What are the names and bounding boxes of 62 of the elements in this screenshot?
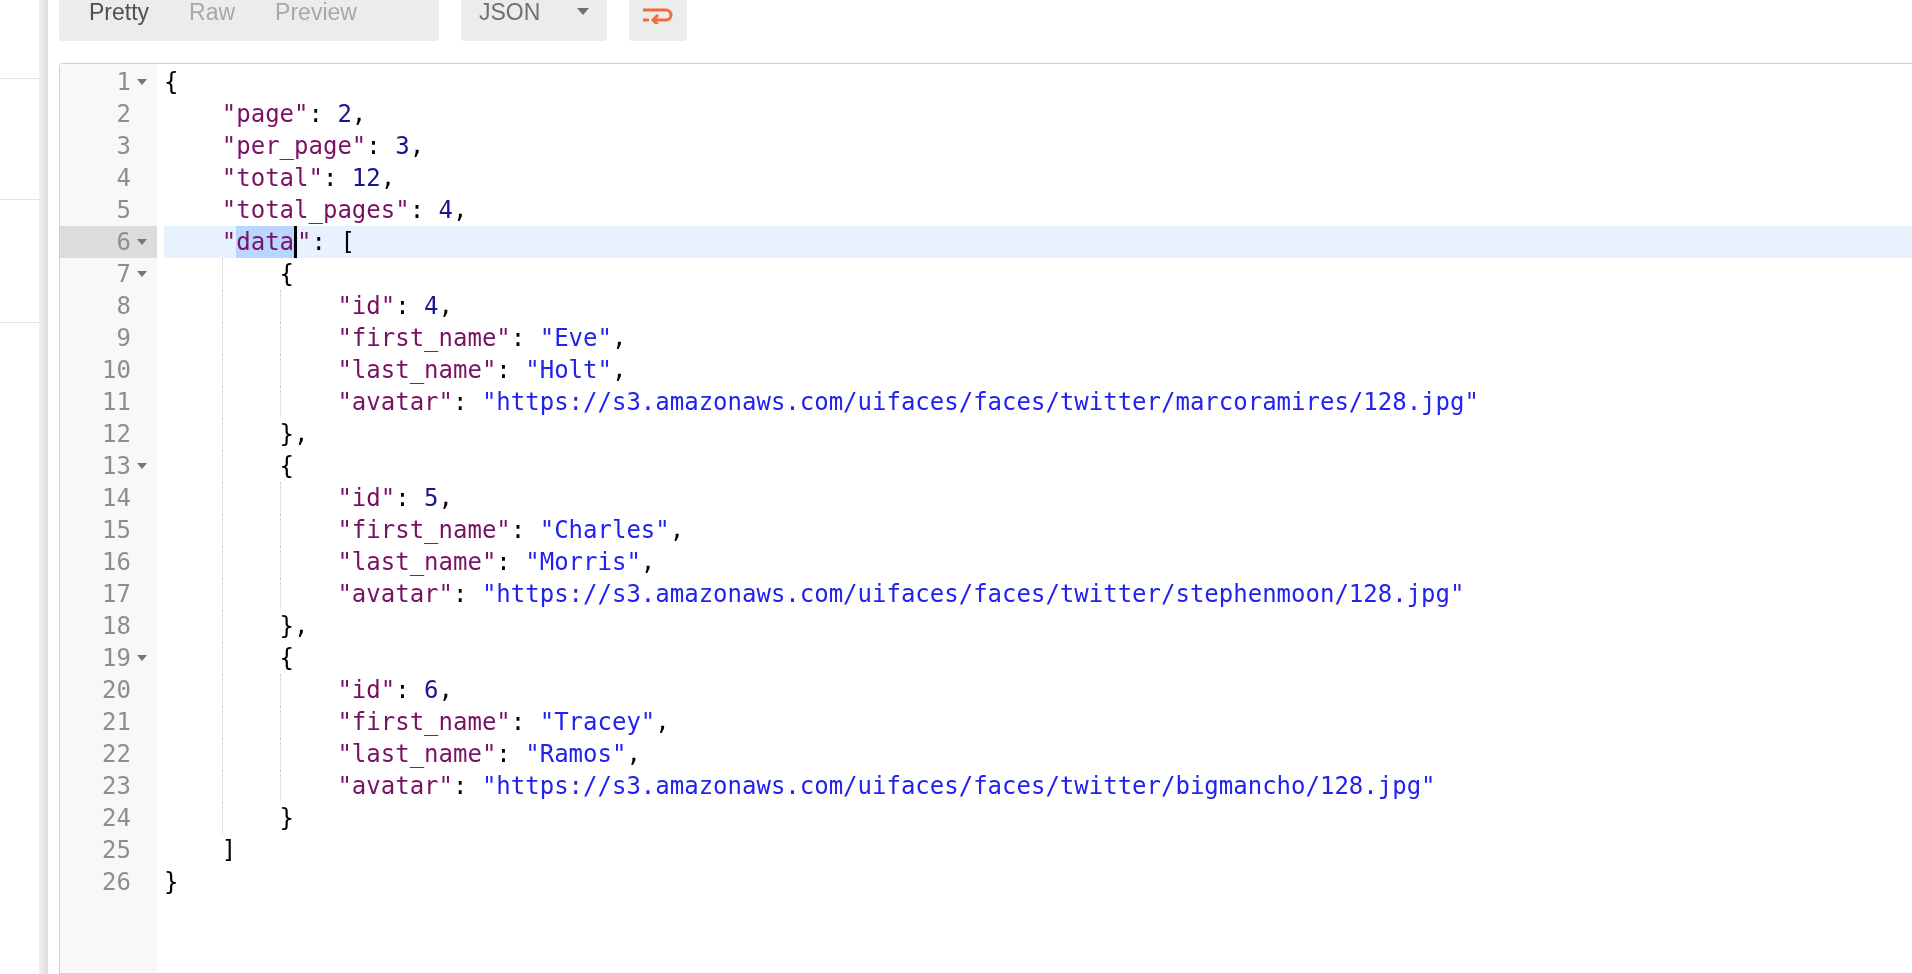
line-number: 13 (102, 451, 131, 482)
line-number: 6 (116, 227, 131, 258)
caret-icon (137, 239, 147, 245)
line-number: 7 (116, 259, 131, 290)
line-number: 9 (116, 323, 131, 354)
line-number: 14 (102, 483, 131, 514)
code-line: "per_page": 3, (221, 131, 425, 162)
caret-icon (137, 79, 147, 85)
line-number: 11 (102, 387, 131, 418)
line-number: 10 (102, 355, 131, 386)
line-number: 5 (116, 195, 131, 226)
line-number: 8 (116, 291, 131, 322)
line-number: 20 (102, 675, 131, 706)
line-number: 25 (102, 835, 131, 866)
code-line: { (279, 451, 295, 482)
code-line: "avatar": "https://s3.amazonaws.com/uifaces/faces/twitter/marcoramires/128.jpg" (337, 387, 1479, 418)
code-line: "first_name": "Charles", (337, 515, 685, 546)
code-line: "id": 4, (337, 291, 453, 322)
code-line: ] (221, 835, 237, 866)
wrap-lines-button[interactable] (629, 0, 687, 41)
code-line: "avatar": "https://s3.amazonaws.com/uifaces/faces/twitter/bigmancho/128.jpg" (337, 771, 1436, 802)
code-line: "page": 2, (221, 99, 367, 130)
code-line: "data": [ (221, 226, 355, 258)
code-line: "last_name": "Holt", (337, 355, 627, 386)
line-number: 22 (102, 739, 131, 770)
code-line: { (164, 67, 179, 98)
code-line: "id": 5, (337, 483, 453, 514)
line-number: 3 (116, 131, 131, 162)
caret-icon (137, 655, 147, 661)
line-number: 19 (102, 643, 131, 674)
line-number: 16 (102, 547, 131, 578)
code-line: "total": 12, (221, 163, 396, 194)
code-line: "id": 6, (337, 675, 453, 706)
code-line: }, (279, 419, 309, 450)
code-line: "first_name": "Tracey", (337, 707, 670, 738)
wrap-icon (642, 6, 674, 24)
line-number: 1 (116, 67, 131, 98)
caret-icon (137, 271, 147, 277)
code-line: } (279, 803, 295, 834)
code-line: { (279, 643, 295, 674)
caret-icon (137, 463, 147, 469)
code-line: { (279, 259, 295, 290)
code-line: }, (279, 611, 309, 642)
view-tab[interactable]: Pretty (79, 0, 160, 26)
line-number: 4 (116, 163, 131, 194)
line-number: 15 (102, 515, 131, 546)
caret-icon (577, 8, 589, 15)
line-number: 2 (116, 99, 131, 130)
line-number: 18 (102, 611, 131, 642)
code-line: "last_name": "Ramos", (337, 739, 641, 770)
format-dropdown[interactable]: JSON (461, 0, 607, 41)
line-number: 23 (102, 771, 131, 802)
line-number: 21 (102, 707, 131, 738)
code-line: } (164, 867, 179, 898)
line-number: 24 (102, 803, 131, 834)
line-number: 17 (102, 579, 131, 610)
line-number: 12 (102, 419, 131, 450)
line-number: 26 (102, 867, 131, 898)
code-line: "avatar": "https://s3.amazonaws.com/uifaces/faces/twitter/stephenmoon/128.jpg" (337, 579, 1465, 610)
code-line: "first_name": "Eve", (337, 323, 627, 354)
code-line: "last_name": "Morris", (337, 547, 656, 578)
code-line: "total_pages": 4, (221, 195, 468, 226)
